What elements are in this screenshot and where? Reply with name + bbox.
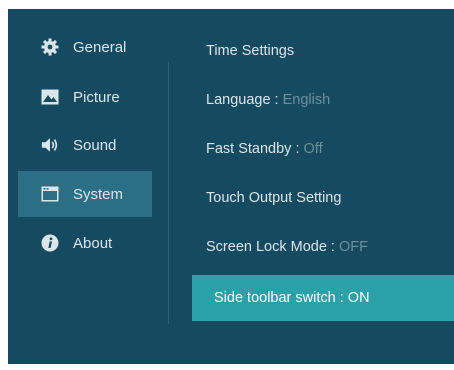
setting-value: English — [282, 92, 331, 108]
setting-side-toolbar-switch[interactable]: Side toolbar switch : ON — [192, 275, 454, 321]
setting-value: Off — [303, 141, 323, 157]
setting-fast-standby[interactable]: Fast Standby : Off — [184, 127, 438, 171]
setting-label: Side toolbar switch : — [214, 290, 348, 306]
sidebar-divider — [168, 62, 169, 324]
setting-label: Screen Lock Mode : — [206, 239, 339, 255]
sidebar-item-label: Picture — [73, 88, 120, 106]
sidebar-item-label: About — [73, 234, 113, 252]
image-icon — [41, 88, 59, 106]
gear-icon — [41, 38, 59, 56]
setting-value: OFF — [339, 239, 368, 255]
sidebar-item-picture[interactable]: Picture — [18, 74, 152, 120]
setting-label: Time Settings — [206, 43, 295, 59]
setting-label: Fast Standby : — [206, 141, 304, 157]
monitor-icon — [41, 185, 59, 203]
setting-screen-lock-mode[interactable]: Screen Lock Mode : OFF — [184, 225, 438, 269]
sidebar-item-about[interactable]: About — [18, 220, 152, 266]
sidebar-item-label: General — [73, 38, 127, 56]
sidebar-item-general[interactable]: General — [18, 24, 152, 70]
setting-label: Touch Output Setting — [206, 190, 342, 206]
sidebar-item-label: System — [73, 185, 124, 203]
info-icon — [41, 234, 59, 252]
setting-label: Language : — [206, 92, 283, 108]
sidebar-item-label: Sound — [73, 136, 117, 154]
sidebar-item-system[interactable]: System — [18, 171, 152, 217]
setting-value: ON — [347, 290, 370, 306]
sidebar-item-sound[interactable]: Sound — [18, 122, 152, 168]
speaker-icon — [41, 136, 59, 154]
setting-language[interactable]: Language : English — [184, 78, 438, 122]
setting-time-settings[interactable]: Time Settings — [184, 29, 438, 73]
setting-touch-output[interactable]: Touch Output Setting — [184, 176, 438, 220]
